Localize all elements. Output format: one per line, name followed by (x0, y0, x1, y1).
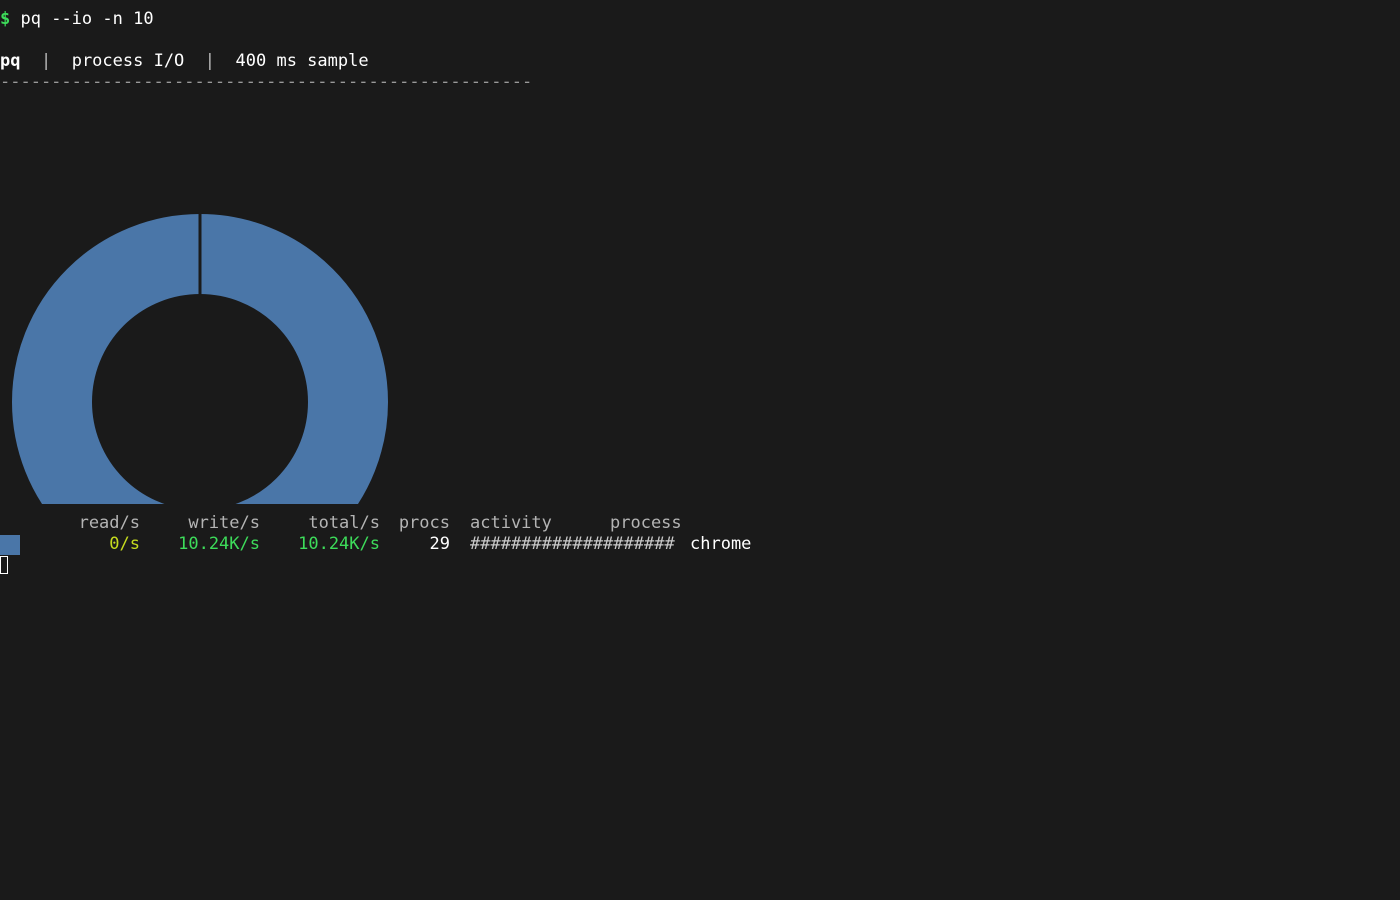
command-text: pq --io -n 10 (20, 9, 154, 29)
col-header-total: total/s (308, 513, 380, 533)
command-line: $ pq --io -n 10 (0, 9, 154, 30)
prompt-symbol: $ (0, 9, 11, 29)
header-rule: ----------------------------------------… (0, 72, 533, 92)
col-header-process: process (610, 513, 682, 533)
app-name: pq (0, 51, 21, 71)
row-color-swatch (0, 535, 20, 555)
header-separator-2: | (204, 51, 216, 71)
col-header-write: write/s (188, 513, 260, 533)
header-line: pq | process I/O | 400 ms sample (0, 51, 369, 72)
row-total-rate: 10.24K/s (298, 534, 380, 554)
row-read-rate: 0/s (109, 534, 140, 554)
header-mode: process I/O (71, 51, 185, 71)
col-header-procs: procs (398, 513, 450, 533)
col-header-read: read/s (78, 513, 140, 533)
row-proc-count: 29 (429, 534, 450, 554)
row-write-rate: 10.24K/s (178, 534, 260, 554)
terminal-cursor[interactable] (0, 556, 8, 574)
header-sample: 400 ms sample (235, 51, 369, 71)
header-separator-1: | (40, 51, 52, 71)
row-process-name: chrome (690, 534, 752, 554)
row-activity-bar: #################### (470, 534, 675, 554)
io-donut-chart (12, 212, 388, 504)
donut-slices (12, 212, 388, 504)
